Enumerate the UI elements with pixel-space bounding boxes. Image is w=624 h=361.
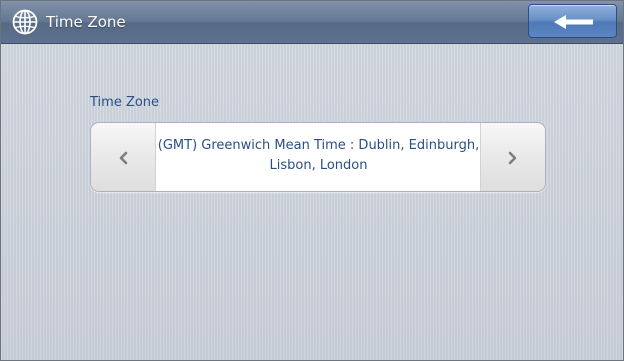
back-arrow-icon (554, 15, 593, 29)
globe-icon (12, 9, 38, 35)
next-time-zone-button[interactable] (480, 123, 545, 191)
time-zone-value: (GMT) Greenwich Mean Time : Dublin, Edin… (157, 138, 480, 173)
title-bar: Time Zone (1, 1, 623, 44)
back-button[interactable] (528, 4, 617, 38)
time-zone-selector: (GMT) Greenwich Mean Time : Dublin, Edin… (90, 122, 546, 192)
time-zone-screen: Time Zone Time Zone (GMT) Greenwich Mean… (0, 0, 624, 361)
page-title: Time Zone (46, 13, 126, 31)
chevron-left-icon (119, 151, 128, 165)
chevron-right-icon (508, 151, 517, 165)
previous-time-zone-button[interactable] (91, 123, 156, 191)
time-zone-label: Time Zone (90, 95, 160, 110)
